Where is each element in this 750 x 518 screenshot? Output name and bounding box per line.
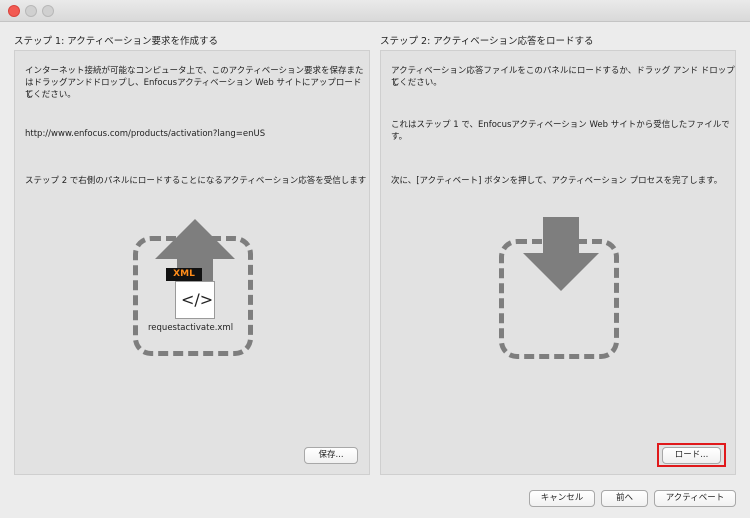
step1-text-line2: はドラッグアンドドロップし、Enfocusアクティベーション Web サイトにア… xyxy=(25,78,362,100)
step1-panel[interactable]: インターネット接続が可能なコンピュータ上で、このアクティベーション要求を保存また… xyxy=(14,50,370,475)
file-name: requestactivate.xml xyxy=(148,323,234,333)
step2-text1-line2: てください。 xyxy=(391,78,442,88)
activation-window: ステップ 1: アクティベーション要求を作成する インターネット接続が可能なコン… xyxy=(0,0,750,518)
step2-panel[interactable]: アクティベーション応答ファイルをこのパネルにロードするか、ドラッグ アンド ドロ… xyxy=(380,50,736,475)
minimize-window-button[interactable] xyxy=(25,5,37,17)
step1-text-line3: てください。 xyxy=(25,90,76,100)
step2-text2-line1: これはステップ 1 で、Enfocusアクティベーション Web サイトから受信… xyxy=(391,120,730,130)
step2-text1-line1: アクティベーション応答ファイルをこのパネルにロードするか、ドラッグ アンド ドロ… xyxy=(391,66,735,88)
activate-button[interactable]: アクティベート xyxy=(654,490,736,507)
step1-text-line1: インターネット接続が可能なコンピュータ上で、このアクティベーション要求を保存また xyxy=(25,66,364,76)
close-window-button[interactable] xyxy=(8,5,20,17)
step2-title: ステップ 2: アクティベーション応答をロードする xyxy=(380,36,594,47)
maximize-window-button[interactable] xyxy=(42,5,54,17)
step1-receive-text: ステップ 2 で右側のパネルにロードすることになるアクティベーション応答を受信し… xyxy=(25,176,367,186)
save-button[interactable]: 保存... xyxy=(304,447,358,464)
xml-badge: XML xyxy=(166,268,202,281)
download-arrow-icon xyxy=(523,217,599,291)
load-button[interactable]: ロード... xyxy=(662,447,721,464)
activation-link[interactable]: http://www.enfocus.com/products/activati… xyxy=(25,128,265,140)
step2-text3: 次に、[アクティベート] ボタンを押して、アクティベーション プロセスを完了しま… xyxy=(391,176,723,186)
code-icon: </> xyxy=(181,290,214,309)
step2-text2-line2: す。 xyxy=(391,132,408,142)
cancel-button[interactable]: キャンセル xyxy=(529,490,595,507)
title-bar xyxy=(0,0,750,22)
step1-title: ステップ 1: アクティベーション要求を作成する xyxy=(14,36,219,47)
back-button[interactable]: 前へ xyxy=(601,490,648,507)
